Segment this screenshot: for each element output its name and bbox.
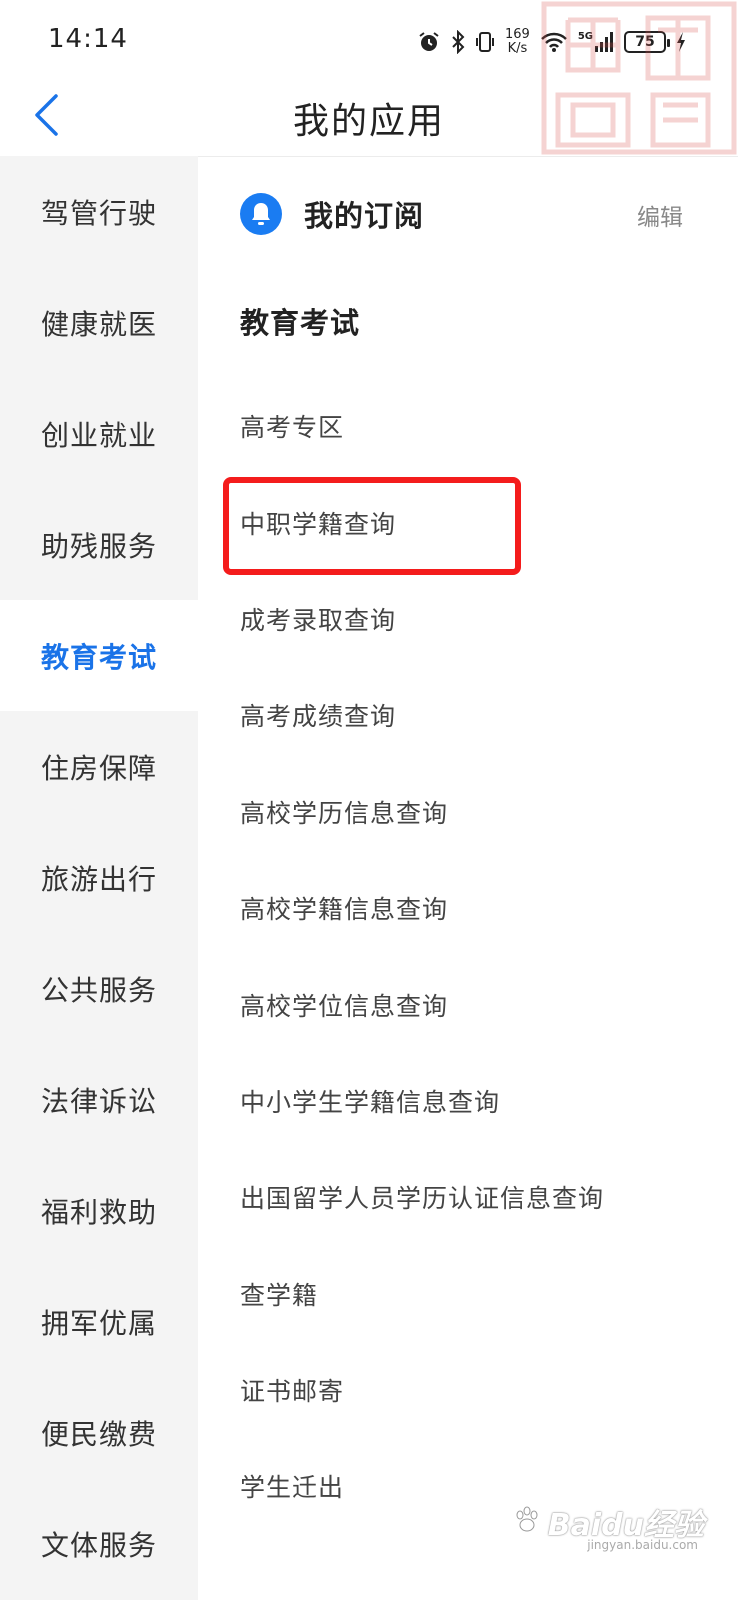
app-item-vocational-status[interactable]: 中职学籍查询 bbox=[240, 474, 720, 570]
main-content: 我的订阅 编辑 教育考试 高考专区 中职学籍查询 成考录取查询 高考成绩查询 高… bbox=[198, 156, 738, 1600]
sidebar-item-legal[interactable]: 法律诉讼 bbox=[0, 1044, 198, 1155]
sidebar-item-employment[interactable]: 创业就业 bbox=[0, 378, 198, 489]
sidebar-item-housing[interactable]: 住房保障 bbox=[0, 711, 198, 822]
app-item-overseas-degree-cert[interactable]: 出国留学人员学历认证信息查询 bbox=[240, 1149, 720, 1245]
app-item-gaokao-score[interactable]: 高考成绩查询 bbox=[240, 667, 720, 763]
category-sidebar: 驾管行驶 健康就医 创业就业 助残服务 教育考试 住房保障 旅游出行 公共服务 … bbox=[0, 156, 198, 1600]
watermark-url: jingyan.baidu.com bbox=[587, 1538, 698, 1552]
app-item-adult-exam-admission[interactable]: 成考录取查询 bbox=[240, 571, 720, 667]
sidebar-item-health[interactable]: 健康就医 bbox=[0, 267, 198, 378]
bluetooth-icon bbox=[451, 30, 465, 54]
my-subscriptions-title: 我的订阅 bbox=[304, 199, 425, 233]
paw-icon bbox=[512, 1505, 542, 1539]
page-title: 我的应用 bbox=[292, 101, 445, 142]
my-subscriptions-row[interactable]: 我的订阅 编辑 bbox=[240, 192, 685, 236]
sidebar-item-military[interactable]: 拥军优属 bbox=[0, 1266, 198, 1377]
edit-button[interactable]: 编辑 bbox=[637, 198, 683, 232]
app-list: 高考专区 中职学籍查询 成考录取查询 高考成绩查询 高校学历信息查询 高校学籍信… bbox=[240, 378, 720, 1535]
sidebar-item-payments[interactable]: 便民缴费 bbox=[0, 1377, 198, 1488]
baidu-watermark: Baidu经验 jingyan.baidu.com bbox=[512, 1500, 704, 1552]
app-item-gaokao-zone[interactable]: 高考专区 bbox=[240, 378, 720, 474]
app-item-college-degree-record[interactable]: 高校学历信息查询 bbox=[240, 764, 720, 860]
network-speed: 169 K/s bbox=[505, 27, 530, 56]
sidebar-item-culture-sports[interactable]: 文体服务 bbox=[0, 1488, 198, 1599]
sidebar-item-travel[interactable]: 旅游出行 bbox=[0, 822, 198, 933]
bell-icon bbox=[240, 193, 282, 235]
app-item-check-status[interactable]: 查学籍 bbox=[240, 1246, 720, 1342]
sidebar-item-public-services[interactable]: 公共服务 bbox=[0, 933, 198, 1044]
app-item-k12-student-status[interactable]: 中小学生学籍信息查询 bbox=[240, 1053, 720, 1149]
sidebar-item-education[interactable]: 教育考试 bbox=[0, 600, 198, 711]
vibrate-icon bbox=[475, 30, 495, 54]
app-item-college-student-status[interactable]: 高校学籍信息查询 bbox=[240, 860, 720, 956]
app-item-college-degree-info[interactable]: 高校学位信息查询 bbox=[240, 956, 720, 1052]
status-time: 14:14 bbox=[48, 24, 128, 54]
sidebar-item-driving[interactable]: 驾管行驶 bbox=[0, 156, 198, 267]
app-header: 我的应用 bbox=[0, 80, 738, 157]
sidebar-item-disability[interactable]: 助残服务 bbox=[0, 489, 198, 600]
section-title: 教育考试 bbox=[240, 306, 361, 340]
alarm-icon bbox=[417, 30, 441, 54]
app-item-certificate-mail[interactable]: 证书邮寄 bbox=[240, 1342, 720, 1438]
sidebar-item-welfare[interactable]: 福利救助 bbox=[0, 1155, 198, 1266]
